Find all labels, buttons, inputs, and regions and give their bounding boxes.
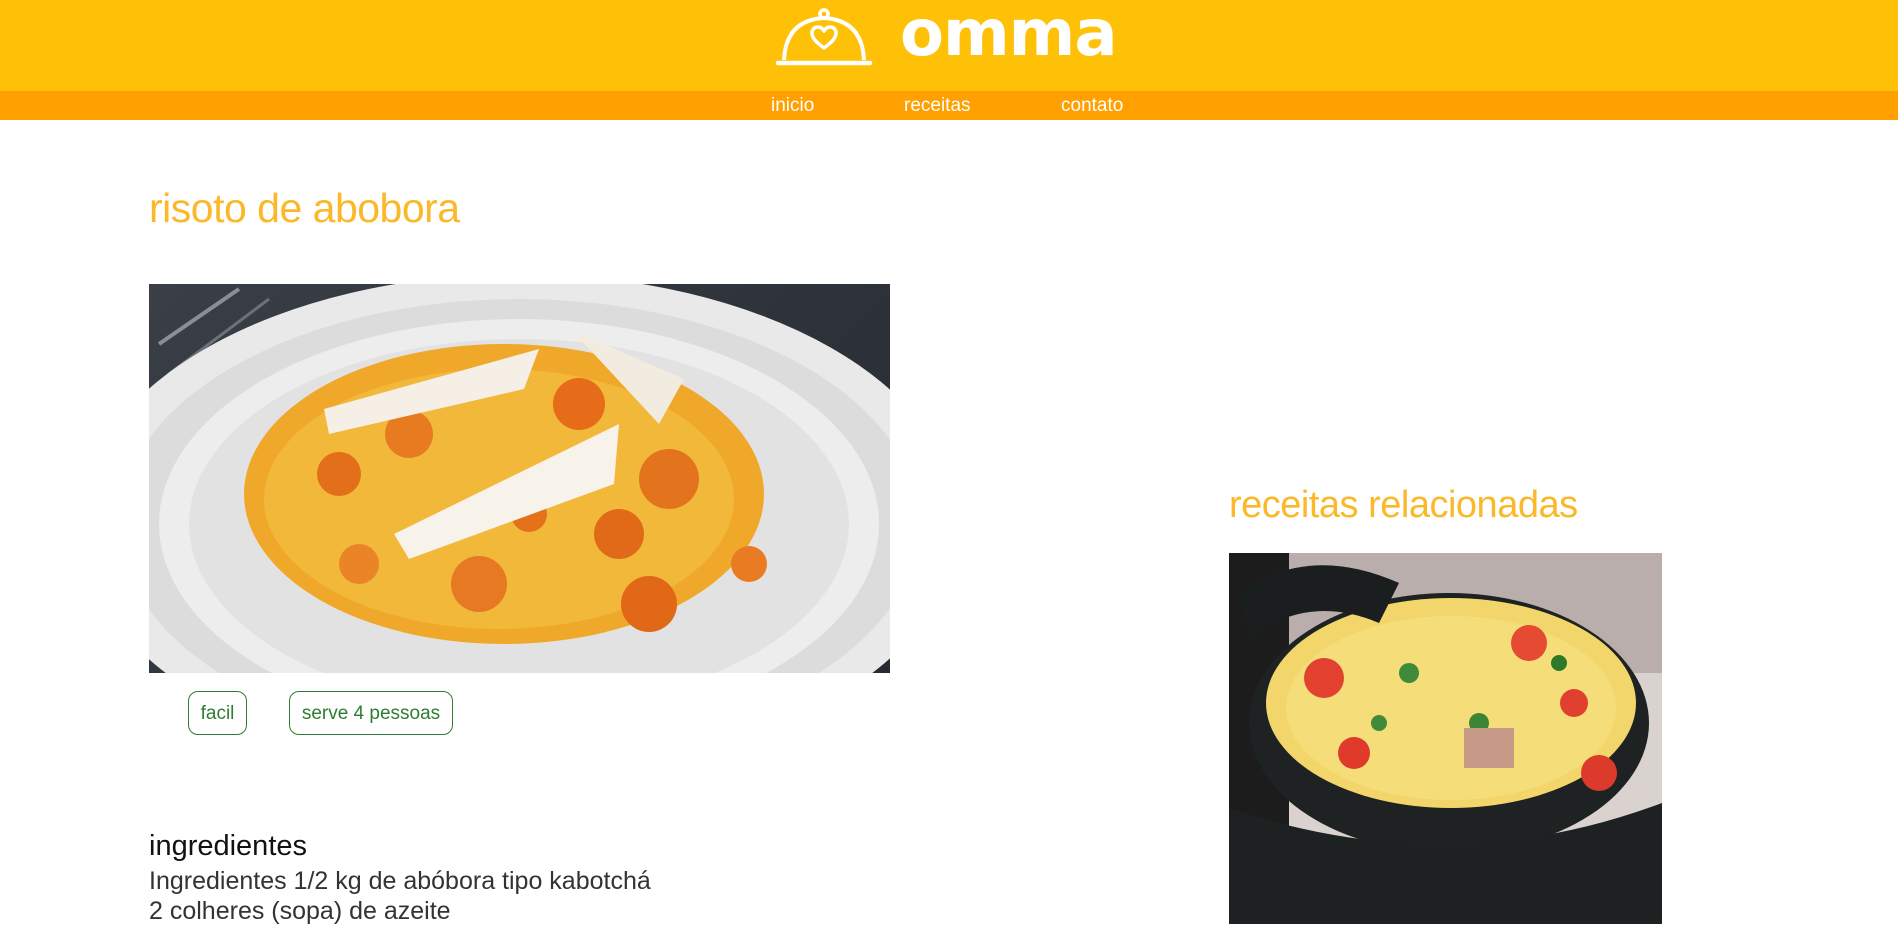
cloche-heart-icon: [775, 8, 873, 66]
related-recipe-card[interactable]: [1229, 553, 1662, 924]
nav-link-inicio[interactable]: inicio: [771, 95, 814, 117]
brand-logo[interactable]: omma: [774, 2, 1118, 70]
ingredient-item: 2 colheres (sopa) de azeite: [149, 897, 451, 925]
ingredient-item: Ingredientes 1/2 kg de abóbora tipo kabo…: [149, 867, 651, 895]
site-header: omma: [0, 0, 1898, 91]
related-recipes-title: receitas relacionadas: [1229, 484, 1578, 526]
nav-link-receitas[interactable]: receitas: [904, 95, 971, 117]
brand-name: omma: [900, 0, 1118, 71]
servings-tag: serve 4 pessoas: [289, 691, 453, 735]
difficulty-tag: facil: [188, 691, 247, 735]
recipe-photo: [149, 284, 890, 673]
main-navbar: inicio receitas contato: [0, 91, 1898, 120]
nav-link-contato[interactable]: contato: [1061, 95, 1123, 117]
related-recipe-photo: [1229, 553, 1662, 924]
ingredients-heading: ingredientes: [149, 830, 307, 862]
recipe-title: risoto de abobora: [149, 185, 460, 231]
